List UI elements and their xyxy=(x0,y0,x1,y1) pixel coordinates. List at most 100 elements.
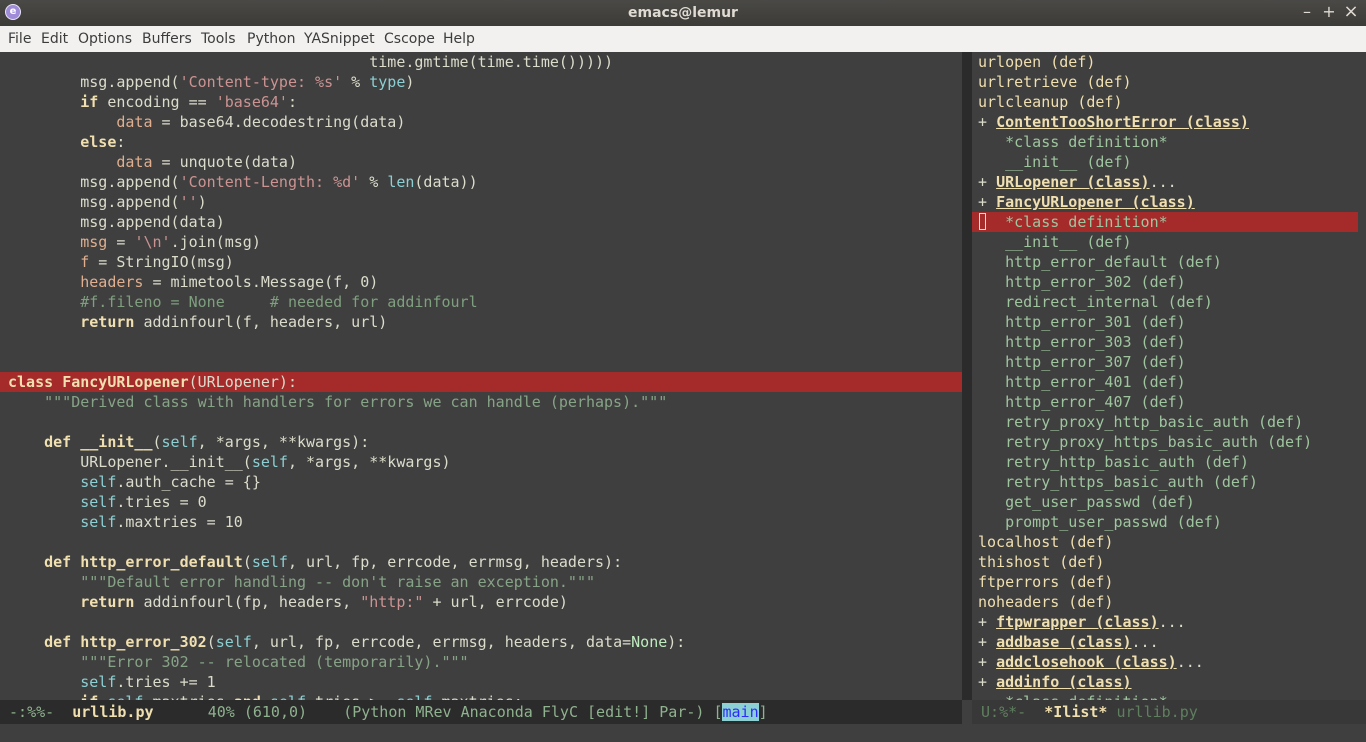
menu-options[interactable]: Options xyxy=(78,26,132,52)
ilist-item[interactable]: http_error_default (def) xyxy=(978,252,1222,272)
modeline-branch[interactable]: main xyxy=(722,703,759,721)
menu-file[interactable]: File xyxy=(8,26,31,52)
ilist-item[interactable]: urlretrieve (def) xyxy=(978,72,1132,92)
ilist-pane[interactable]: urlopen (def) urlretrieve (def) urlcleanup… xyxy=(972,52,1366,700)
ilist-item-label[interactable]: http_error_default (def) xyxy=(1005,253,1222,271)
ilist-item-label[interactable]: *class definition* xyxy=(1005,213,1168,231)
ilist-item-label[interactable]: urlopen (def) xyxy=(978,53,1095,71)
ilist-item[interactable]: noheaders (def) xyxy=(978,592,1113,612)
code-line[interactable]: else: xyxy=(8,132,125,152)
ilist-item-label[interactable]: http_error_301 (def) xyxy=(1005,313,1186,331)
ilist-item-label[interactable]: redirect_internal (def) xyxy=(1005,293,1213,311)
code-line[interactable]: self.tries = 0 xyxy=(8,492,206,512)
menu-yasnippet[interactable]: YASnippet xyxy=(304,26,375,52)
ilist-item-label[interactable]: FancyURLopener (class) xyxy=(996,193,1195,211)
menu-python[interactable]: Python xyxy=(247,26,296,52)
ilist-item[interactable]: retry_proxy_https_basic_auth (def) xyxy=(978,432,1312,452)
code-line[interactable]: msg = '\n'.join(msg) xyxy=(8,232,261,252)
maximize-icon[interactable]: + xyxy=(1318,0,1340,26)
code-line[interactable]: class FancyURLopener(URLopener): xyxy=(8,372,297,392)
menu-buffers[interactable]: Buffers xyxy=(142,26,192,52)
ilist-item[interactable]: get_user_passwd (def) xyxy=(978,492,1195,512)
ilist-item[interactable]: *class definition* xyxy=(978,212,1168,232)
ilist-item[interactable]: http_error_301 (def) xyxy=(978,312,1186,332)
ilist-item-label[interactable]: __init__ (def) xyxy=(1005,153,1131,171)
ilist-item[interactable]: redirect_internal (def) xyxy=(978,292,1213,312)
menu-tools[interactable]: Tools xyxy=(201,26,236,52)
ilist-item-label[interactable]: http_error_401 (def) xyxy=(1005,373,1186,391)
code-line[interactable]: msg.append('Content-type: %s' % type) xyxy=(8,72,414,92)
ilist-item[interactable]: urlcleanup (def) xyxy=(978,92,1123,112)
menu-cscope[interactable]: Cscope xyxy=(384,26,435,52)
ilist-item[interactable]: retry_http_basic_auth (def) xyxy=(978,452,1249,472)
minibuffer[interactable] xyxy=(0,724,1366,742)
ilist-item[interactable]: retry_https_basic_auth (def) xyxy=(978,472,1258,492)
code-editor-pane[interactable]: time.gmtime(time.time())))) msg.append('… xyxy=(0,52,962,700)
code-line[interactable]: f = StringIO(msg) xyxy=(8,252,234,272)
ilist-item-label[interactable]: http_error_407 (def) xyxy=(1005,393,1186,411)
ilist-item-label[interactable]: *class definition* xyxy=(1005,693,1168,700)
ilist-item-label[interactable]: http_error_303 (def) xyxy=(1005,333,1186,351)
ilist-item-label[interactable]: get_user_passwd (def) xyxy=(1005,493,1195,511)
ilist-item-label[interactable]: retry_https_basic_auth (def) xyxy=(1005,473,1258,491)
ilist-item-label[interactable]: retry_proxy_http_basic_auth (def) xyxy=(1005,413,1303,431)
code-line[interactable]: def __init__(self, *args, **kwargs): xyxy=(8,432,369,452)
ilist-item[interactable]: + ftpwrapper (class)... xyxy=(978,612,1186,632)
code-line[interactable]: if encoding == 'base64': xyxy=(8,92,297,112)
ilist-item-label[interactable]: thishost (def) xyxy=(978,553,1104,571)
window-divider[interactable] xyxy=(962,52,972,700)
code-line[interactable]: msg.append('Content-Length: %d' % len(da… xyxy=(8,172,477,192)
ilist-item[interactable]: http_error_302 (def) xyxy=(978,272,1186,292)
ilist-item[interactable]: http_error_307 (def) xyxy=(978,352,1186,372)
menu-edit[interactable]: Edit xyxy=(41,26,68,52)
ilist-item[interactable]: urlopen (def) xyxy=(978,52,1095,72)
ilist-item[interactable]: localhost (def) xyxy=(978,532,1113,552)
ilist-item[interactable]: prompt_user_passwd (def) xyxy=(978,512,1222,532)
expand-icon[interactable]: + xyxy=(978,653,996,671)
ilist-item-label[interactable]: *class definition* xyxy=(1005,133,1168,151)
code-line[interactable]: msg.append('') xyxy=(8,192,206,212)
ilist-item[interactable]: + URLopener (class)... xyxy=(978,172,1177,192)
ilist-item-label[interactable]: urlretrieve (def) xyxy=(978,73,1132,91)
ilist-item[interactable]: + FancyURLopener (class) xyxy=(978,192,1195,212)
expand-icon[interactable]: + xyxy=(978,633,996,651)
code-line[interactable]: """Derived class with handlers for error… xyxy=(8,392,667,412)
code-line[interactable]: self.tries += 1 xyxy=(8,672,215,692)
code-line[interactable]: def http_error_default(self, url, fp, er… xyxy=(8,552,622,572)
code-line[interactable]: URLopener.__init__(self, *args, **kwargs… xyxy=(8,452,450,472)
code-line[interactable]: headers = mimetools.Message(f, 0) xyxy=(8,272,378,292)
ilist-item-label[interactable]: urlcleanup (def) xyxy=(978,93,1123,111)
code-line[interactable]: return addinfourl(f, headers, url) xyxy=(8,312,387,332)
menu-help[interactable]: Help xyxy=(443,26,475,52)
code-line[interactable]: return addinfourl(fp, headers, "http:" +… xyxy=(8,592,568,612)
ilist-item[interactable]: + addclosehook (class)... xyxy=(978,652,1204,672)
code-line[interactable]: def http_error_302(self, url, fp, errcod… xyxy=(8,632,685,652)
code-line[interactable]: msg.append(data) xyxy=(8,212,225,232)
ilist-item[interactable]: + ContentTooShortError (class) xyxy=(978,112,1249,132)
minimize-icon[interactable]: – xyxy=(1296,0,1318,26)
ilist-item[interactable]: __init__ (def) xyxy=(978,232,1131,252)
ilist-item[interactable]: *class definition* xyxy=(978,692,1168,700)
ilist-item[interactable]: __init__ (def) xyxy=(978,152,1131,172)
ilist-item-label[interactable]: noheaders (def) xyxy=(978,593,1113,611)
expand-icon[interactable]: + xyxy=(978,613,996,631)
ilist-item-label[interactable]: ftperrors (def) xyxy=(978,573,1113,591)
code-line[interactable]: data = unquote(data) xyxy=(8,152,297,172)
modeline-modes[interactable]: (Python MRev Anaconda FlyC [edit!] Par-) xyxy=(343,703,713,721)
ilist-item[interactable]: + addinfo (class) xyxy=(978,672,1132,692)
code-line[interactable]: #f.fileno = None # needed for addinfourl xyxy=(8,292,477,312)
code-line[interactable]: self.maxtries = 10 xyxy=(8,512,243,532)
ilist-item-label[interactable]: addclosehook (class) xyxy=(996,653,1177,671)
code-line[interactable]: """Default error handling -- don't raise… xyxy=(8,572,595,592)
ilist-item-label[interactable]: addinfo (class) xyxy=(996,673,1131,691)
ilist-item-label[interactable]: addbase (class) xyxy=(996,633,1131,651)
ilist-item[interactable]: + addbase (class)... xyxy=(978,632,1159,652)
ilist-item[interactable]: ftperrors (def) xyxy=(978,572,1113,592)
code-line[interactable]: data = base64.decodestring(data) xyxy=(8,112,405,132)
code-line[interactable]: """Error 302 -- relocated (temporarily).… xyxy=(8,652,468,672)
ilist-item-label[interactable]: ftpwrapper (class) xyxy=(996,613,1159,631)
ilist-item-label[interactable]: ContentTooShortError (class) xyxy=(996,113,1249,131)
code-line[interactable]: time.gmtime(time.time())))) xyxy=(8,52,613,72)
ilist-item-label[interactable]: localhost (def) xyxy=(978,533,1113,551)
modeline-buffer-name[interactable]: urllib.py xyxy=(72,703,153,721)
